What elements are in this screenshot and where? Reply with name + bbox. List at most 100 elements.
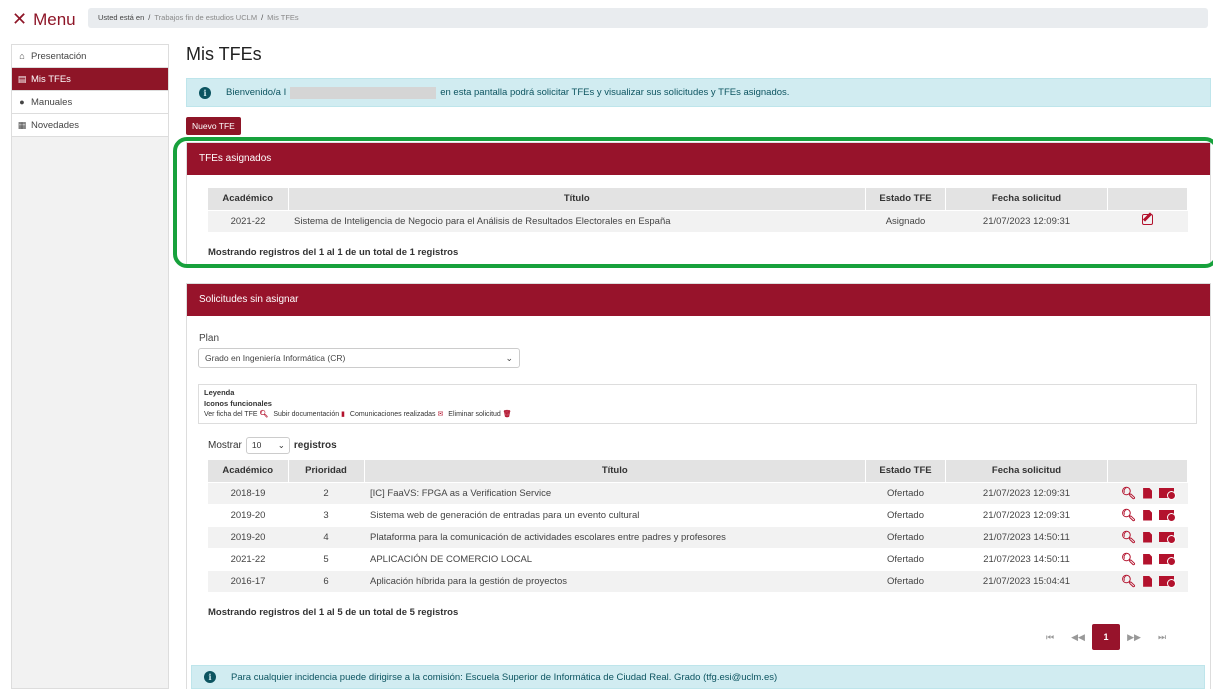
file-icon: ▮ <box>341 411 345 418</box>
breadcrumb-item-tfe[interactable]: Trabajos fin de estudios UCLM <box>154 13 257 22</box>
next-page-button[interactable]: ▶▶ <box>1120 624 1148 650</box>
table-row: 2016-17 6 Aplicación híbrida para la ges… <box>208 569 1188 592</box>
search-icon[interactable]: 🔍︎ <box>1121 508 1136 522</box>
legend-title: Leyenda <box>204 388 235 397</box>
cell-actions: 🔍︎ <box>1107 525 1188 548</box>
envelope-check-icon[interactable] <box>1159 532 1177 544</box>
breadcrumb-item-mis-tfes: Mis TFEs <box>267 13 299 22</box>
cell-academico: 2021-22 <box>208 547 288 570</box>
welcome-suffix: en esta pantalla podrá solicitar TFEs y … <box>440 87 790 98</box>
cell-actions: 🔍︎ <box>1107 547 1188 570</box>
cell-academico: 2019-20 <box>208 525 288 548</box>
close-icon: ✕ <box>12 9 28 29</box>
plan-select[interactable]: Grado en Ingeniería Informática (CR) ⌄ <box>198 348 520 368</box>
sidebar-item-novedades[interactable]: ▦ Novedades <box>12 114 168 137</box>
cell-titulo: APLICACIÓN DE COMERCIO LOCAL <box>364 547 866 570</box>
legend-upload: Subir documentación <box>273 411 340 418</box>
top-bar: ✕ Menu Usted está en / Trabajos fin de est… <box>0 0 1213 40</box>
cell-estado: Ofertado <box>865 503 946 526</box>
contact-alert: i Para cualquier incidencia puede dirigi… <box>191 665 1205 689</box>
cell-actions: 🔍︎ <box>1107 569 1188 592</box>
legend-items: Ver ficha del TFE 🔍︎ Subir documentación… <box>204 409 1191 420</box>
redacted-name <box>290 86 437 99</box>
contact-text: Para cualquier incidencia puede dirigirs… <box>231 671 778 683</box>
menu-label: Menu <box>33 9 76 29</box>
col-actions <box>1107 460 1188 482</box>
cell-prioridad: 5 <box>288 547 364 570</box>
envelope-check-icon[interactable] <box>1159 488 1177 500</box>
file-icon[interactable] <box>1143 509 1153 521</box>
unassigned-table: Académico Prioridad Título Estado TFE Fe… <box>208 460 1188 592</box>
search-icon[interactable]: 🔍︎ <box>1121 486 1136 500</box>
search-icon[interactable]: 🔍︎ <box>1121 574 1136 588</box>
legend-comms: Comunicaciones realizadas <box>349 411 436 418</box>
cell-academico: 2019-20 <box>208 503 288 526</box>
cell-actions: 🔍︎ <box>1107 481 1188 504</box>
cell-estado: Ofertado <box>865 525 946 548</box>
file-icon[interactable] <box>1143 531 1153 543</box>
cell-academico: 2016-17 <box>208 569 288 592</box>
page-title: Mis TFEs <box>186 44 262 64</box>
last-page-button[interactable]: ⏭ <box>1148 624 1176 650</box>
file-icon[interactable] <box>1143 575 1153 587</box>
col-fecha[interactable]: Fecha solicitud <box>945 460 1108 482</box>
legend-box: Leyenda Iconos funcionales Ver ficha del… <box>198 384 1197 424</box>
col-academico[interactable]: Académico <box>208 460 289 482</box>
cell-estado: Ofertado <box>865 547 946 570</box>
unassigned-footer: Mostrando registros del 1 al 5 de un tot… <box>208 607 459 618</box>
home-icon: ⌂ <box>19 51 25 61</box>
cell-fecha: 21/07/2023 14:50:11 <box>945 547 1108 570</box>
cell-prioridad: 6 <box>288 569 364 592</box>
menu-toggle-button[interactable]: ✕ Menu <box>12 9 76 30</box>
sidebar-item-label: Manuales <box>31 96 73 108</box>
show-suffix: registros <box>293 440 337 451</box>
col-titulo[interactable]: Título <box>364 460 866 482</box>
page-length-select[interactable]: 10 ⌄ <box>245 437 290 454</box>
sidebar-item-manuales[interactable]: ● Manuales <box>12 91 168 114</box>
col-prioridad[interactable]: Prioridad <box>288 460 365 482</box>
cell-prioridad: 3 <box>288 503 364 526</box>
newspaper-icon: ▦ <box>17 119 27 130</box>
table-row: 2018-19 2 [IC] FaaVS: FPGA as a Verifica… <box>208 481 1188 504</box>
cell-fecha: 21/07/2023 12:09:31 <box>945 503 1108 526</box>
search-icon[interactable]: 🔍︎ <box>1121 530 1136 544</box>
file-icon[interactable] <box>1143 487 1153 499</box>
cell-titulo: Aplicación híbrida para la gestión de pr… <box>364 569 866 592</box>
col-estado[interactable]: Estado TFE <box>865 460 946 482</box>
table-row: 2019-20 3 Sistema web de generación de e… <box>208 503 1188 526</box>
show-label: Mostrar <box>208 440 242 451</box>
table-row: 2019-20 4 Plataforma para la comunicació… <box>208 525 1188 548</box>
page-1-button[interactable]: 1 <box>1092 624 1120 650</box>
search-icon[interactable]: 🔍︎ <box>1121 552 1136 566</box>
legend-subtitle: Iconos funcionales <box>204 399 272 408</box>
plan-label: Plan <box>199 333 220 344</box>
cell-estado: Ofertado <box>865 481 946 504</box>
welcome-alert: i Bienvenido/a I en esta pantalla podrá … <box>186 78 1211 107</box>
sidebar-item-presentacion[interactable]: ⌂ Presentación <box>12 45 168 68</box>
first-page-button[interactable]: ⏮ <box>1036 624 1064 650</box>
info-icon: ● <box>19 97 25 107</box>
cell-titulo: [IC] FaaVS: FPGA as a Verification Servi… <box>364 481 866 504</box>
prev-page-button[interactable]: ◀◀ <box>1064 624 1092 650</box>
page-length-control: Mostrar 10 ⌄ registros <box>208 437 337 454</box>
cell-estado: Ofertado <box>865 569 946 592</box>
plan-select-value: Grado en Ingeniería Informática (CR) <box>205 353 346 363</box>
sidebar-item-mis-tfes[interactable]: ▤ Mis TFEs <box>12 68 168 91</box>
cell-actions: 🔍︎ <box>1107 503 1188 526</box>
breadcrumb-prefix: Usted está en <box>98 13 145 22</box>
envelope-check-icon[interactable] <box>1159 554 1177 566</box>
file-icon[interactable] <box>1143 553 1153 565</box>
new-tfe-button[interactable]: Nuevo TFE <box>186 117 241 135</box>
cell-prioridad: 4 <box>288 525 364 548</box>
sidebar-item-label: Presentación <box>31 50 87 62</box>
envelope-check-icon[interactable] <box>1159 576 1177 589</box>
info-icon: i <box>199 86 211 99</box>
search-icon: 🔍︎ <box>259 411 269 418</box>
cell-fecha: 21/07/2023 14:50:11 <box>945 525 1108 548</box>
legend-delete: Eliminar solicitud <box>448 411 501 418</box>
breadcrumb: Usted está en / Trabajos fin de estudios U… <box>88 8 1208 28</box>
envelope-check-icon[interactable] <box>1159 510 1177 522</box>
welcome-prefix: Bienvenido/a I <box>226 87 287 98</box>
chevron-down-icon: ⌄ <box>277 440 285 450</box>
cell-prioridad: 2 <box>288 481 364 504</box>
